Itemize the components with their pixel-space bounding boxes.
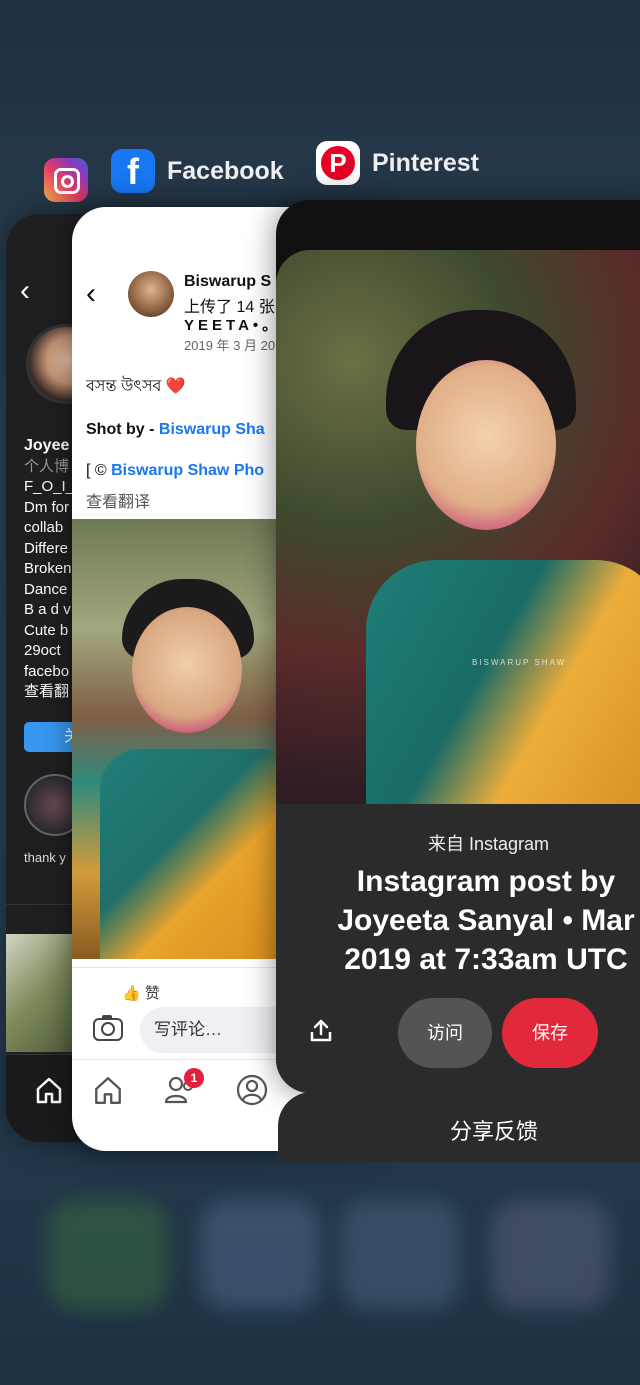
pin-info-panel: 来自 Instagram Instagram post by Joyeeta S… <box>276 804 640 1093</box>
pin-source: 来自 Instagram <box>428 834 550 854</box>
bio-line: 个人博 <box>24 457 70 475</box>
back-icon[interactable]: ‹ <box>86 277 96 311</box>
back-icon[interactable]: ‹ <box>20 274 30 308</box>
post-credit-line: Shot by - Biswarup Sha <box>86 421 265 439</box>
copyright-prefix: [ © <box>86 462 112 479</box>
like-button[interactable]: 👍 赞 <box>122 982 160 1003</box>
shot-by-prefix: Shot by - <box>86 421 159 438</box>
feedback-label: 分享反馈 <box>450 1119 539 1144</box>
bio-line: B a d v <box>24 601 71 618</box>
feedback-panel[interactable]: 分享反馈 <box>278 1092 640 1162</box>
bio-line: Differe <box>24 539 68 557</box>
profile-icon[interactable] <box>236 1074 268 1111</box>
post-author[interactable]: Biswarup S <box>184 273 271 291</box>
bio-line: Cute b <box>24 621 69 639</box>
bio-line: Dm for <box>24 498 69 516</box>
bio-line: Broken <box>24 560 72 577</box>
grid-thumbnail[interactable] <box>6 934 76 1052</box>
pin-photo[interactable]: BISWARUP SHAW <box>276 250 640 804</box>
home-icon[interactable] <box>92 1074 124 1111</box>
bio-line: Joyee <box>24 437 70 454</box>
post-date: 2019 年 3 月 20 <box>184 338 276 353</box>
story-highlight-label: thank y <box>24 850 66 865</box>
facebook-app-name: Facebook <box>167 156 284 185</box>
see-translation-link[interactable]: 查看翻译 <box>86 488 150 512</box>
avatar[interactable] <box>128 271 174 317</box>
camera-icon[interactable] <box>92 1013 124 1048</box>
post-caption: বসন্ত উৎসব ❤️ <box>86 378 186 395</box>
facebook-icon: f <box>111 149 155 193</box>
pinterest-icon: P <box>316 141 360 185</box>
visit-button[interactable]: 访问 <box>398 998 492 1068</box>
post-copyright-line: [ © Biswarup Shaw Pho <box>86 462 264 480</box>
photography-page-link[interactable]: Biswarup Shaw Pho <box>111 462 264 479</box>
photo-watermark: BISWARUP SHAW <box>472 658 567 667</box>
save-button[interactable]: 保存 <box>502 998 598 1068</box>
pin-title-line: Instagram post by <box>356 865 616 898</box>
bio-line: Dance <box>24 580 68 598</box>
pinterest-app-name: Pinterest <box>372 148 479 177</box>
dock-blur-2 <box>200 1200 320 1310</box>
album-title[interactable]: YEETA•。 <box>184 314 281 335</box>
instagram-icon <box>44 158 88 202</box>
pin-title-line: Joyeeta Sanyal • Mar <box>337 904 635 937</box>
photographer-link[interactable]: Biswarup Sha <box>159 421 265 438</box>
bio-line: 29oct <box>24 642 61 659</box>
dock-blur-4 <box>490 1200 610 1310</box>
like-label: 赞 <box>144 985 160 1002</box>
thumbs-up-icon: 👍 <box>122 985 141 1002</box>
dock-blur-3 <box>340 1200 460 1310</box>
bio-line: collab <box>24 519 64 536</box>
pin-title-line: 2019 at 7:33am UTC <box>344 943 628 976</box>
bio-line: F_O_I_I <box>24 478 79 495</box>
notification-badge: 1 <box>184 1068 204 1088</box>
pinterest-app-label[interactable]: P Pinterest <box>316 141 479 185</box>
pin-title: Instagram post by Joyeeta Sanyal • Mar 2… <box>296 862 640 979</box>
instagram-app-label[interactable] <box>44 158 88 202</box>
bio-line[interactable]: 查看翻 <box>24 682 78 703</box>
bio-line: facebo <box>24 662 70 680</box>
share-icon[interactable] <box>308 1018 334 1049</box>
profile-bio: Joyee 个人博 F_O_I_I Dm for collab Differe … <box>24 436 78 703</box>
pinterest-app-card[interactable]: BISWARUP SHAW 来自 Instagram Instagram pos… <box>276 200 640 1093</box>
facebook-app-label[interactable]: f Facebook <box>111 149 284 193</box>
dock-blur-1 <box>48 1200 168 1310</box>
